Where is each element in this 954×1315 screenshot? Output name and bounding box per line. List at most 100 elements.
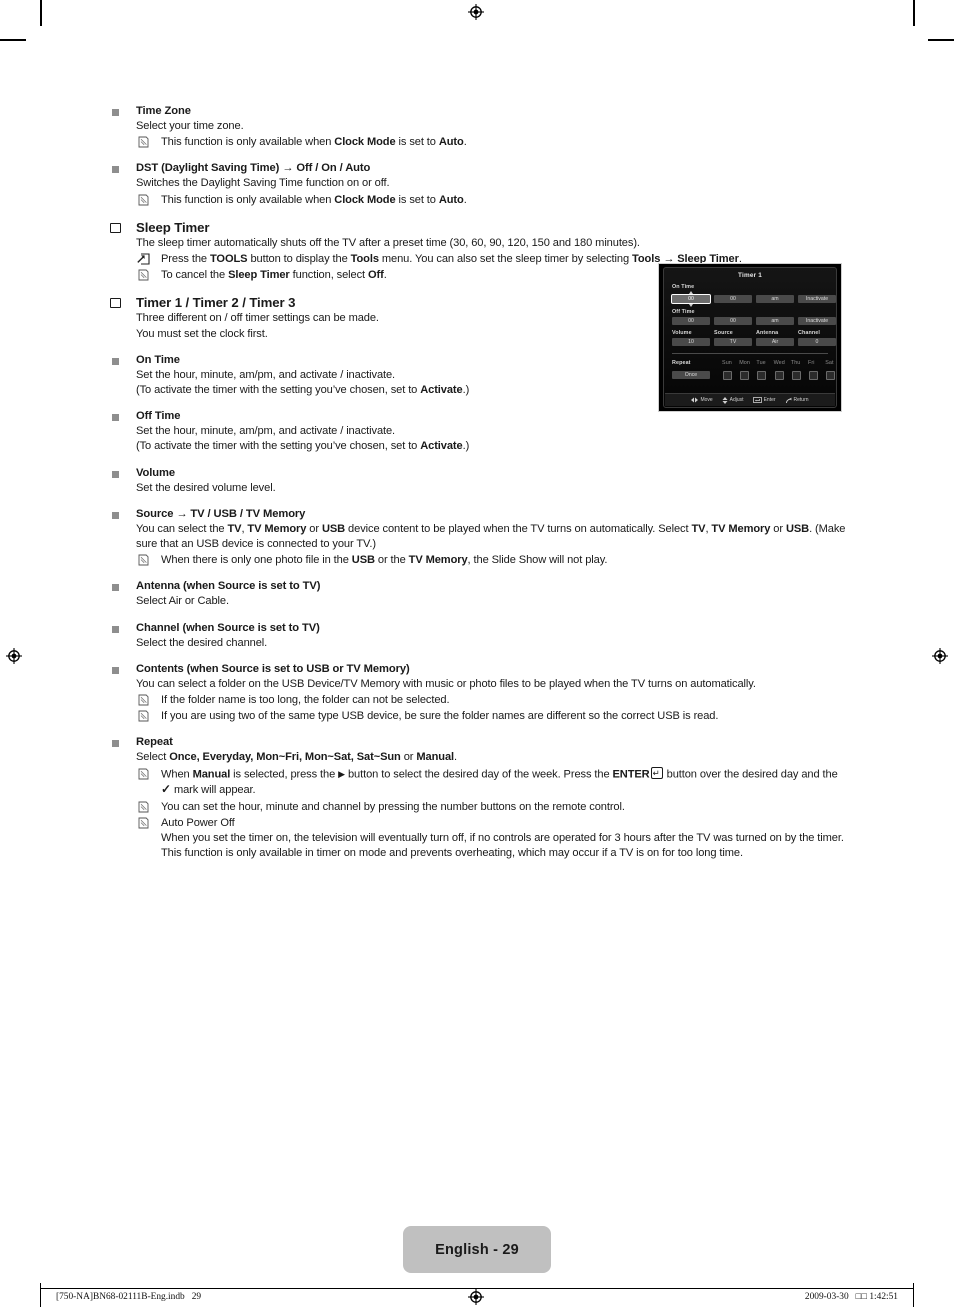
section-paragraph: You can select a folder on the USB Devic… [136, 677, 756, 690]
square-bullet-icon [112, 666, 119, 674]
osd-label-off-time: Off Time [672, 309, 695, 315]
up-down-arrow-icon [722, 396, 728, 404]
osd-day-checkbox[interactable] [723, 371, 732, 380]
section-contents: Contents (when Source is set to USB or T… [108, 662, 848, 725]
osd-day-checkbox[interactable] [826, 371, 836, 380]
osd-on-time-hour[interactable]: 00 [671, 294, 711, 304]
osd-label-repeat: Repeat [672, 360, 691, 366]
osd-day-label: Sun [722, 360, 732, 366]
note-icon [138, 710, 149, 722]
note-icon [138, 554, 149, 566]
osd-off-time-activate[interactable]: Inactivate [798, 317, 836, 325]
osd-nav-enter-label: Enter [763, 397, 776, 403]
footer-timestamp: 2009-03-30 □□ 1:42:51 [804, 1292, 898, 1302]
section-paragraph: (To activate the timer with the setting … [136, 440, 470, 453]
osd-day-checkbox[interactable] [791, 371, 801, 380]
section-repeat: Repeat Select Once, Everyday, Mon~Fri, Mo… [108, 735, 848, 861]
section-dst: DST (Daylight Saving Time) → Off / On / … [108, 161, 848, 207]
note-icon [138, 194, 149, 206]
section-paragraph: The sleep timer automatically shuts off … [136, 236, 640, 249]
square-bullet-icon [112, 357, 119, 365]
square-bullet-icon [112, 414, 119, 422]
osd-source-value[interactable]: TV [714, 338, 752, 346]
section-heading: Sleep Timer [136, 219, 210, 235]
osd-day-label: Fri [808, 360, 815, 366]
footer-file-name: [750-NA]BN68-02111B-Eng.indb 29 [56, 1292, 202, 1302]
footer-rule [40, 1288, 914, 1289]
osd-off-time-ampm[interactable]: am [756, 317, 794, 325]
note-line: When there is only one photo file in the… [136, 553, 848, 568]
section-paragraph: Switches the Daylight Saving Time functi… [136, 177, 390, 190]
osd-on-time-activate[interactable]: Inactivate [798, 295, 836, 303]
osd-volume-value[interactable]: 10 [672, 338, 710, 346]
timer-osd-figure: Timer 1 On Time 00 00 am Inactivate Off … [658, 263, 842, 412]
osd-day-checkbox[interactable] [757, 371, 767, 380]
section-heading: Contents (when Source is set to USB or T… [136, 662, 410, 675]
section-paragraph: Select the desired channel. [136, 636, 268, 649]
section-source: Source → TV / USB / TV Memory You can sel… [108, 507, 848, 569]
osd-nav-return: Return [785, 397, 809, 404]
manual-body: Time Zone Select your time zone. This func… [108, 104, 848, 872]
osd-channel-value[interactable]: 0 [798, 338, 836, 346]
osd-day-checkbox[interactable] [809, 371, 818, 380]
note-icon [138, 136, 149, 148]
square-bullet-icon [112, 109, 119, 116]
section-heading: Time Zone [136, 105, 191, 117]
note-icon [138, 801, 149, 813]
osd-off-time-minute[interactable]: 00 [714, 317, 752, 325]
section-paragraph: Set the hour, minute, am/pm, and activat… [136, 425, 396, 438]
osd-day-label: Thu [790, 360, 801, 366]
osd-divider [672, 353, 828, 354]
note-line: If the folder name is too long, the fold… [136, 693, 848, 708]
square-bullet-icon [112, 511, 119, 519]
section-paragraph: Select Once, Everyday, Mon~Fri, Mon~Sat,… [136, 751, 457, 764]
page-number-tab: English - 29 [403, 1226, 551, 1273]
osd-nav-adjust-label: Adjust [729, 397, 744, 403]
osd-repeat-value[interactable]: Once [672, 371, 710, 379]
osd-label-source: Source [714, 330, 733, 336]
osd-nav-return-label: Return [793, 397, 809, 403]
note-line: This function is only available when Clo… [136, 135, 848, 150]
section-heading: Source → TV / USB / TV Memory [136, 507, 306, 520]
square-bullet-icon [112, 625, 119, 633]
square-bullet-icon [112, 470, 119, 478]
osd-on-time-minute[interactable]: 00 [714, 295, 752, 303]
osd-antenna-value[interactable]: Air [756, 338, 794, 346]
section-heading: Channel (when Source is set to TV) [136, 621, 320, 634]
osd-day-checkbox[interactable] [740, 371, 750, 380]
section-paragraph: You can select the TV, TV Memory or USB … [136, 522, 846, 551]
note-line: This function is only available when Clo… [136, 193, 848, 208]
section-antenna: Antenna (when Source is set to TV) Select… [108, 579, 848, 609]
section-paragraph: Select Air or Cable. [136, 595, 229, 608]
osd-nav-move: Move [691, 397, 713, 403]
enter-key-icon [752, 397, 762, 403]
section-heading: Repeat [136, 736, 173, 749]
section-heading: Volume [136, 466, 175, 479]
section-heading: Antenna (when Source is set to TV) [136, 580, 321, 593]
section-channel: Channel (when Source is set to TV) Select… [108, 621, 848, 651]
osd-on-time-ampm[interactable]: am [756, 295, 794, 303]
note-line: If you are using two of the same type US… [136, 709, 848, 724]
osd-off-time-hour[interactable]: 00 [672, 317, 710, 325]
osd-day-checkbox[interactable] [774, 371, 784, 380]
osd-panel: Timer 1 On Time 00 00 am Inactivate Off … [663, 267, 837, 408]
note-line: When Manual is selected, press the ▶ but… [136, 767, 848, 799]
section-time-zone: Time Zone Select your time zone. This func… [108, 104, 848, 150]
open-box-bullet-icon [110, 296, 121, 309]
note-line: Auto Power Off When you set the timer on,… [136, 816, 848, 862]
osd-up-arrow-icon [689, 291, 693, 294]
osd-navigation-bar: Move Adjust Enter Return [665, 393, 835, 406]
note-icon [138, 817, 149, 829]
footer-rule-left-tick [40, 1283, 41, 1307]
osd-label-channel: Channel [798, 330, 820, 336]
section-volume: Volume Set the desired volume level. [108, 466, 848, 496]
note-icon [138, 694, 149, 706]
note-icon [138, 269, 149, 281]
osd-day-label: Sat [825, 360, 834, 366]
osd-title: Timer 1 [737, 272, 763, 279]
manual-page: Time Zone Select your time zone. This func… [0, 0, 954, 1315]
section-paragraph: Set the desired volume level. [136, 481, 276, 494]
square-bullet-icon [112, 166, 119, 174]
osd-down-arrow-icon [689, 304, 693, 307]
section-off-time: Off Time Set the hour, minute, am/pm, and… [108, 409, 848, 454]
